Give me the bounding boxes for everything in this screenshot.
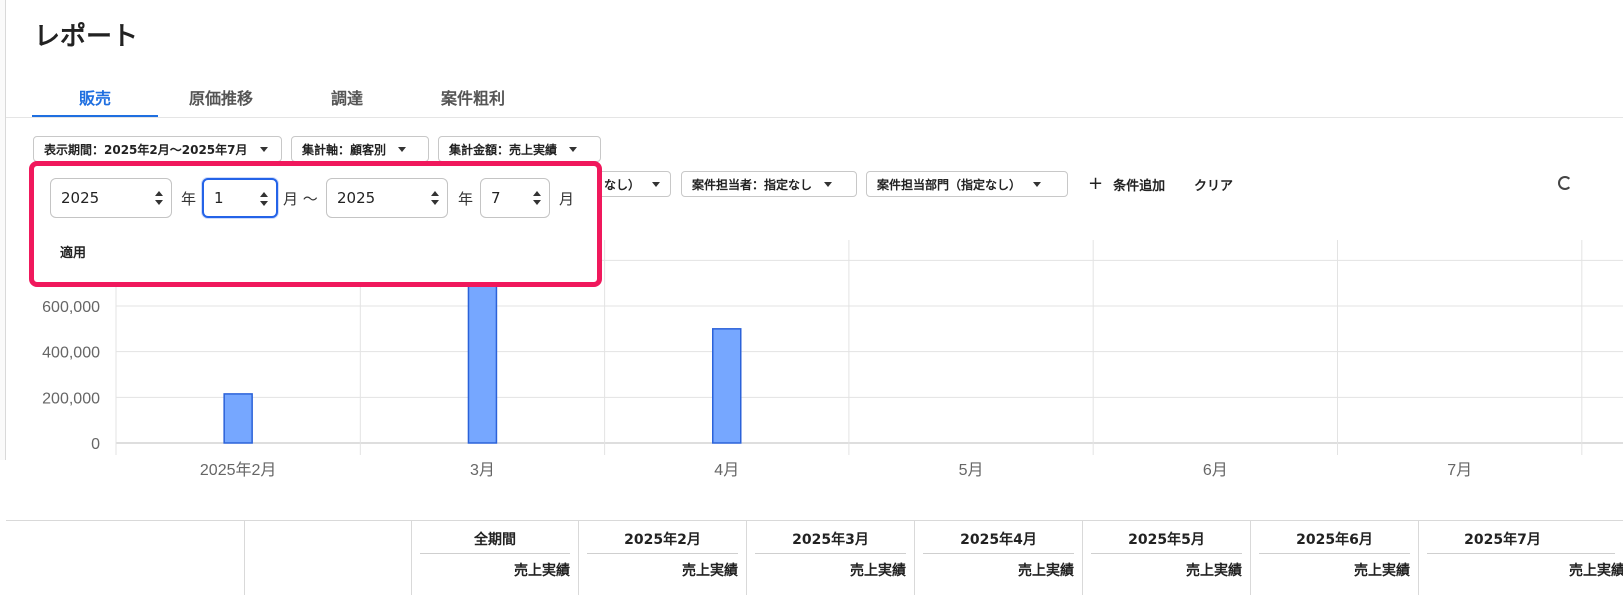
period-picker-popup: 2025 年 1 月 〜 2025 年 7 月 適用 [29, 161, 602, 287]
table-header-metric: 売上実績 [1018, 563, 1074, 579]
chart-bar [467, 277, 498, 444]
table-header-cell: 2025年6月 売上実績 [1250, 521, 1418, 595]
table-header-metric: 売上実績 [1186, 563, 1242, 579]
select-arrows-icon [533, 191, 541, 205]
table-header-period: 2025年3月 [792, 532, 869, 548]
y-tick-label: 400,000 [42, 345, 100, 362]
month-unit-label: 月 [559, 190, 575, 208]
y-tick-label: 200,000 [42, 390, 100, 407]
range-separator-label: 月 〜 [283, 190, 318, 208]
table-header-divider [1259, 553, 1410, 554]
y-tick-label: 600,000 [42, 299, 100, 316]
apply-button[interactable]: 適用 [60, 242, 86, 261]
year-unit-label: 年 [458, 190, 474, 208]
end-month-value: 7 [491, 189, 501, 207]
x-tick-label: 7月 [1447, 462, 1472, 479]
table-header-cell: 2025年5月 売上実績 [1082, 521, 1250, 595]
end-month-select[interactable]: 7 [480, 178, 550, 218]
table-header-divider [1427, 553, 1615, 554]
table-header-divider [1091, 553, 1242, 554]
table-header-period: 2025年5月 [1128, 532, 1205, 548]
table-header-divider [587, 553, 738, 554]
table-header-period: 2025年4月 [960, 532, 1037, 548]
table-header-cell: 全期間 売上実績 [411, 521, 578, 595]
table-header-cell: 2025年2月 売上実績 [578, 521, 746, 595]
x-tick-label: 5月 [959, 462, 984, 479]
table-header-divider [923, 553, 1074, 554]
start-year-value: 2025 [61, 189, 100, 207]
year-unit-label: 年 [181, 190, 197, 208]
table-header-period: 2025年2月 [624, 532, 701, 548]
select-arrows-icon [260, 192, 268, 206]
end-year-value: 2025 [337, 189, 376, 207]
start-month-value: 1 [214, 189, 224, 207]
start-month-select[interactable]: 1 [202, 178, 278, 218]
x-tick-label: 6月 [1203, 462, 1228, 479]
table-header-cell: 2025年4月 売上実績 [914, 521, 1082, 595]
table-header-cell: 2025年7月 売上実績 [1418, 521, 1623, 595]
x-tick-label: 2025年2月 [200, 461, 277, 479]
chart-bar [223, 393, 253, 444]
chart-bar [712, 328, 742, 444]
table-header-metric: 売上実績 [514, 563, 570, 579]
table-header-metric: 売上実績 [1354, 563, 1410, 579]
select-arrows-icon [155, 191, 163, 205]
select-arrows-icon [431, 191, 439, 205]
table-header-cell: 2025年3月 売上実績 [746, 521, 914, 595]
x-tick-label: 4月 [714, 462, 739, 479]
table-header-label-col [244, 521, 411, 595]
table-header-metric: 売上実績 [1569, 563, 1623, 579]
table-header-metric: 売上実績 [850, 563, 906, 579]
start-year-select[interactable]: 2025 [50, 178, 172, 218]
table-header-metric: 売上実績 [682, 563, 738, 579]
table-header-period: 2025年6月 [1296, 532, 1373, 548]
table-header-divider [755, 553, 906, 554]
table-header-period: 全期間 [474, 532, 516, 548]
x-tick-label: 3月 [470, 462, 495, 479]
table-header-period: 2025年7月 [1464, 532, 1541, 548]
y-tick-label: 0 [91, 436, 100, 453]
end-year-select[interactable]: 2025 [326, 178, 448, 218]
table-header-divider [420, 553, 570, 554]
